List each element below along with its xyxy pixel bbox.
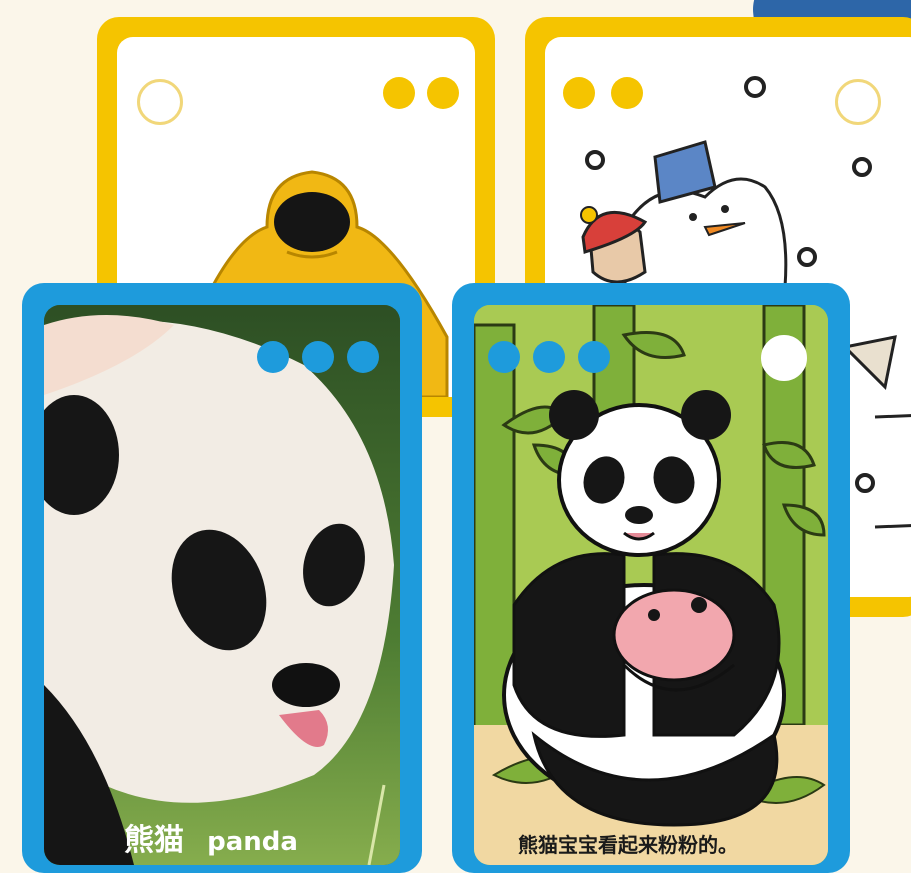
panda-caption-en: panda [207, 827, 298, 857]
card-dot-icon [302, 341, 334, 373]
card-dot-icon [257, 341, 289, 373]
card-dot-icon [488, 341, 520, 373]
card-panda-illustration-face: 熊猫宝宝看起来粉粉的。 [474, 305, 828, 865]
card-panda-photo-face: 熊猫 panda [44, 305, 400, 865]
card-dot-icon [533, 341, 565, 373]
panda-caption-cn: 熊猫 [124, 823, 184, 858]
card-ring-icon [761, 335, 807, 381]
card-dot-icon [347, 341, 379, 373]
card-panda-photo[interactable]: 熊猫 panda [22, 283, 422, 873]
panda-illustration-caption: 熊猫宝宝看起来粉粉的。 [518, 833, 738, 857]
panda-photo-image [44, 305, 400, 865]
card-panda-illustration[interactable]: 熊猫宝宝看起来粉粉的。 [452, 283, 850, 873]
panda-hugging-baby-image [474, 305, 828, 865]
panda-caption: 熊猫 panda [124, 815, 298, 859]
card-dot-icon [578, 341, 610, 373]
